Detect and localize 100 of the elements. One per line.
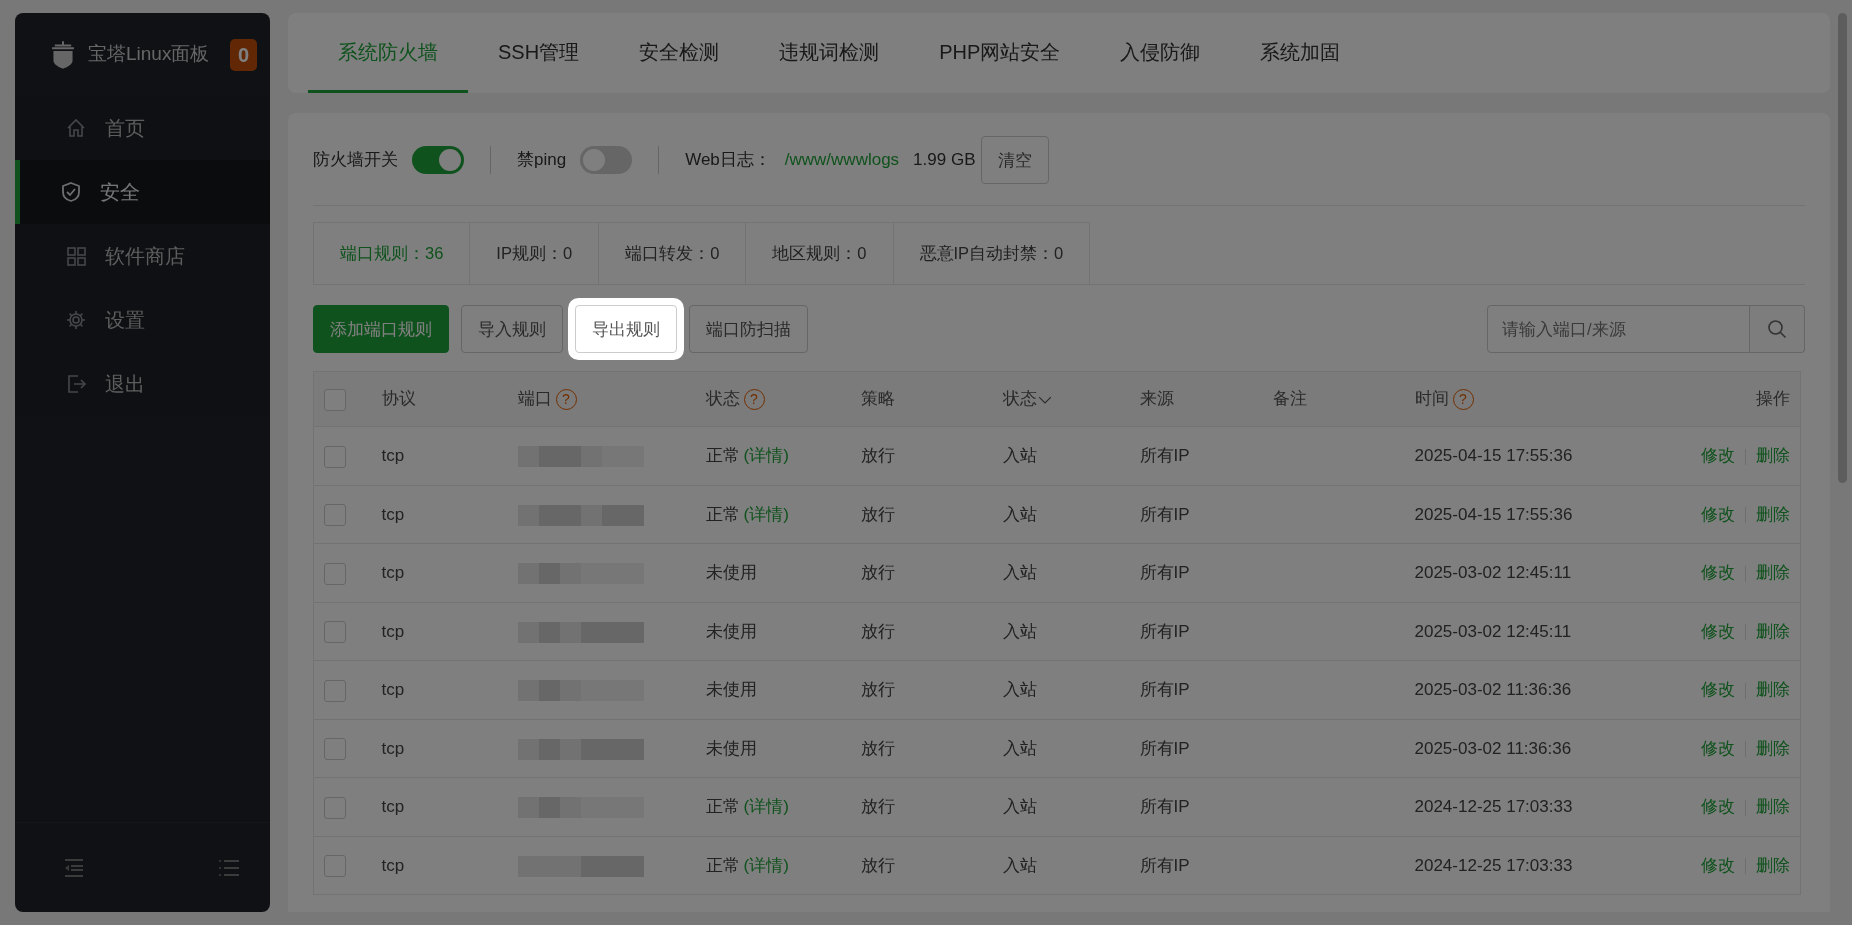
table-cell: 入站 <box>992 426 1130 485</box>
status-text: 正常 <box>705 797 740 816</box>
table-cell: 入站 <box>992 777 1130 836</box>
row-checkbox[interactable] <box>324 504 346 526</box>
row-checkbox[interactable] <box>324 855 346 877</box>
search-icon <box>1766 318 1788 340</box>
action-button[interactable]: 导入规则 <box>461 305 563 353</box>
row-checkbox[interactable] <box>324 738 346 760</box>
edit-link[interactable]: 修改 <box>1701 855 1735 875</box>
status-text: 正常 <box>705 446 740 465</box>
search-button[interactable] <box>1750 305 1805 353</box>
row-checkbox[interactable] <box>324 796 346 819</box>
scrollbar[interactable] <box>1838 13 1847 483</box>
tab[interactable]: 安全检测 <box>609 13 750 93</box>
column-header: 备注 <box>1272 389 1307 409</box>
detail-link[interactable]: (详情) <box>743 446 789 465</box>
delete-link[interactable]: 删除 <box>1756 680 1790 699</box>
rule-tab[interactable]: 地区规则：0 <box>746 222 894 284</box>
edit-link[interactable]: 修改 <box>1701 680 1735 699</box>
tab[interactable]: 入侵防御 <box>1090 13 1231 93</box>
toggle-switch[interactable] <box>580 146 633 174</box>
table-cell: tcp <box>371 719 508 778</box>
column-header: 来源 <box>1139 389 1174 409</box>
table-cell: 所有IP <box>1129 719 1263 778</box>
column-header: 端口 <box>517 389 552 409</box>
time-cell: 2025-03-02 11:36:36 <box>1404 660 1655 719</box>
delete-link[interactable]: 删除 <box>1756 504 1790 524</box>
policy-cell: 放行 <box>850 426 993 485</box>
rule-tab[interactable]: 恶意IP自动封禁：0 <box>893 222 1091 284</box>
table-cell: 入站 <box>992 660 1130 719</box>
table-cell: tcp <box>371 602 508 661</box>
table-cell: 所有IP <box>1129 660 1263 719</box>
home-icon <box>65 117 87 139</box>
shield-check-icon <box>60 181 82 203</box>
edit-link[interactable]: 修改 <box>1701 797 1735 816</box>
tab[interactable]: SSH管理 <box>468 13 610 93</box>
row-checkbox[interactable] <box>324 445 346 468</box>
table-cell: tcp <box>371 836 508 895</box>
rule-tab[interactable]: IP规则：0 <box>470 222 600 284</box>
edit-link[interactable]: 修改 <box>1701 446 1735 465</box>
log-path-link[interactable]: /www/wwwlogs <box>784 147 900 173</box>
switch-label: 防火墙开关 <box>313 149 398 172</box>
time-cell: 2025-03-02 12:45:11 <box>1404 543 1655 602</box>
detail-link[interactable]: (详情) <box>743 504 789 524</box>
row-checkbox[interactable] <box>324 679 346 702</box>
detail-link[interactable]: (详情) <box>743 855 789 875</box>
tab[interactable]: 系统加固 <box>1230 13 1371 93</box>
edit-link[interactable]: 修改 <box>1701 621 1735 641</box>
table-cell: 所有IP <box>1129 426 1263 485</box>
detail-link[interactable]: (详情) <box>743 797 789 816</box>
logout-icon <box>65 373 87 395</box>
delete-link[interactable]: 删除 <box>1756 738 1790 758</box>
sidebar-item[interactable]: 安全 <box>15 160 270 224</box>
tab[interactable]: 违规词检测 <box>749 13 910 93</box>
time-cell: 2024-12-25 17:03:33 <box>1404 836 1655 895</box>
status-text: 未使用 <box>705 738 757 758</box>
policy-cell: 放行 <box>850 719 993 778</box>
log-size: 1.99 GB <box>913 149 976 172</box>
search-field[interactable]: 请输入端口/来源 <box>1487 305 1750 353</box>
table-cell: tcp <box>371 777 508 836</box>
rule-tab[interactable]: 端口转发：0 <box>599 222 747 284</box>
tab[interactable]: PHP网站安全 <box>909 13 1091 93</box>
toggle-switch[interactable] <box>412 146 464 174</box>
column-header: 策略 <box>860 389 895 409</box>
action-button[interactable]: 端口防扫描 <box>689 305 808 353</box>
edit-link[interactable]: 修改 <box>1701 504 1735 524</box>
table-cell: 所有IP <box>1129 543 1263 602</box>
column-header[interactable]: 状态 <box>1002 389 1037 409</box>
row-checkbox[interactable] <box>324 621 346 643</box>
policy-cell: 放行 <box>850 485 993 544</box>
delete-link[interactable]: 删除 <box>1756 621 1790 641</box>
action-button[interactable]: 添加端口规则 <box>313 305 449 353</box>
table-cell: 所有IP <box>1129 602 1263 661</box>
tab[interactable]: 系统防火墙 <box>308 13 468 93</box>
delete-link[interactable]: 删除 <box>1756 797 1790 816</box>
status-text: 未使用 <box>705 563 757 582</box>
table-cell: 所有IP <box>1129 836 1263 895</box>
rule-tab[interactable]: 端口规则：36 <box>313 222 471 284</box>
policy-cell: 放行 <box>850 777 993 836</box>
table-cell: 所有IP <box>1129 485 1263 544</box>
time-cell: 2024-12-25 17:03:33 <box>1404 777 1655 836</box>
column-header: 状态 <box>705 389 740 409</box>
table-cell: tcp <box>371 426 508 485</box>
delete-link[interactable]: 删除 <box>1756 563 1790 582</box>
policy-cell: 放行 <box>850 602 993 661</box>
time-cell: 2025-03-02 11:36:36 <box>1404 719 1655 778</box>
table-cell: tcp <box>371 485 508 544</box>
edit-link[interactable]: 修改 <box>1701 738 1735 758</box>
edit-link[interactable]: 修改 <box>1701 563 1735 582</box>
clear-button[interactable]: 清空 <box>981 136 1050 184</box>
delete-link[interactable]: 删除 <box>1756 446 1790 465</box>
status-text: 正常 <box>705 504 740 524</box>
time-cell: 2025-04-15 17:55:36 <box>1404 485 1655 544</box>
row-checkbox[interactable] <box>324 562 346 585</box>
table-cell: 入站 <box>992 602 1130 661</box>
policy-cell: 放行 <box>850 543 993 602</box>
select-all-checkbox[interactable] <box>324 388 346 411</box>
table-cell: 所有IP <box>1129 777 1263 836</box>
status-text: 未使用 <box>705 680 757 699</box>
delete-link[interactable]: 删除 <box>1756 855 1790 875</box>
